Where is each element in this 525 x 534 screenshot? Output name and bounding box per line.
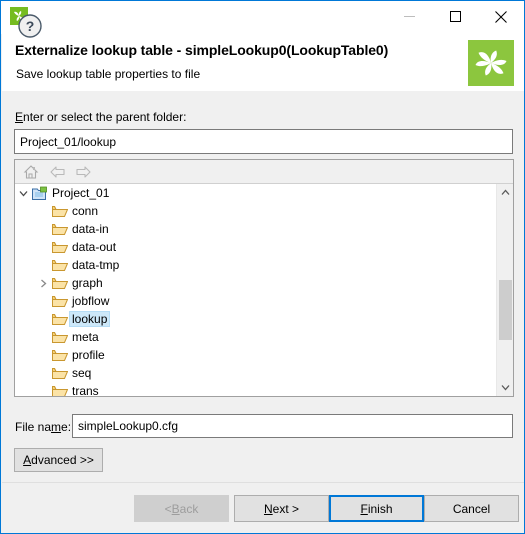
folder-icon bbox=[51, 294, 69, 308]
page-title: Externalize lookup table - simpleLookup0… bbox=[15, 42, 389, 58]
tree-root: Project_01conn data-in data-out data-tmp gra… bbox=[15, 184, 496, 396]
tree-item-data-in[interactable]: data-in bbox=[15, 220, 496, 238]
back-button[interactable]: < Back bbox=[134, 495, 229, 522]
folder-icon bbox=[51, 276, 69, 290]
tree-item-profile[interactable]: profile bbox=[15, 346, 496, 364]
tree-item-label: jobflow bbox=[72, 294, 110, 308]
next-button[interactable]: Next > bbox=[234, 495, 329, 522]
tree-item-label: trans bbox=[72, 384, 99, 396]
folder-icon bbox=[51, 384, 69, 396]
parent-folder-label: Enter or select the parent folder: bbox=[15, 110, 187, 124]
back-arrow-icon[interactable] bbox=[48, 163, 66, 181]
tree-item-label: profile bbox=[72, 348, 105, 362]
dialog-header: Externalize lookup table - simpleLookup0… bbox=[2, 34, 524, 92]
maximize-button[interactable] bbox=[432, 1, 478, 32]
tree-item-label: seq bbox=[72, 366, 92, 380]
tree-item-lookup[interactable]: lookup bbox=[15, 310, 496, 328]
tree-toolbar bbox=[15, 160, 513, 184]
tree-item-label: Project_01 bbox=[52, 186, 110, 200]
chevron-down-icon[interactable] bbox=[15, 190, 31, 197]
brand-pinwheel-logo bbox=[468, 40, 514, 86]
window-controls bbox=[386, 1, 524, 32]
tree-scroll-area: Project_01conn data-in data-out data-tmp gra… bbox=[15, 184, 513, 396]
forward-arrow-icon[interactable] bbox=[74, 163, 92, 181]
tree-item-conn[interactable]: conn bbox=[15, 202, 496, 220]
tree-item-seq[interactable]: seq bbox=[15, 364, 496, 382]
folder-icon bbox=[51, 258, 69, 272]
svg-text:?: ? bbox=[26, 18, 35, 34]
folder-icon bbox=[51, 240, 69, 254]
tree-item-label: conn bbox=[72, 204, 99, 218]
chevron-right-icon[interactable] bbox=[35, 279, 51, 288]
tree-vertical-scrollbar[interactable] bbox=[496, 184, 513, 396]
cancel-button[interactable]: Cancel bbox=[424, 495, 519, 522]
help-icon[interactable]: ? bbox=[17, 13, 43, 39]
folder-icon bbox=[51, 348, 69, 362]
tree-item-jobflow[interactable]: jobflow bbox=[15, 292, 496, 310]
tree-item-label: data-in bbox=[72, 222, 109, 236]
folder-icon bbox=[51, 366, 69, 380]
folder-tree-panel: Project_01conn data-in data-out data-tmp gra… bbox=[14, 159, 514, 397]
scroll-up-icon[interactable] bbox=[497, 184, 514, 201]
finish-button[interactable]: Finish bbox=[329, 495, 424, 522]
project-folder-icon bbox=[31, 186, 49, 201]
folder-icon bbox=[51, 312, 69, 326]
tree-item-graph[interactable]: graph bbox=[15, 274, 496, 292]
advanced-button[interactable]: Advanced >> bbox=[14, 448, 103, 472]
folder-icon bbox=[51, 222, 69, 236]
tree-item-trans[interactable]: trans bbox=[15, 382, 496, 396]
tree-item-data-out[interactable]: data-out bbox=[15, 238, 496, 256]
close-button[interactable] bbox=[478, 1, 524, 32]
page-subtitle: Save lookup table properties to file bbox=[16, 67, 201, 81]
home-icon[interactable] bbox=[22, 163, 40, 181]
parent-folder-input[interactable] bbox=[14, 129, 513, 154]
tree-item-data-tmp[interactable]: data-tmp bbox=[15, 256, 496, 274]
folder-icon bbox=[51, 330, 69, 344]
dialog-body: Enter or select the parent folder: Proje… bbox=[2, 91, 524, 482]
tree-item-label: data-out bbox=[72, 240, 117, 254]
tree-item-meta[interactable]: meta bbox=[15, 328, 496, 346]
file-name-input[interactable] bbox=[72, 414, 513, 438]
tree-item-label: data-tmp bbox=[72, 258, 120, 272]
tree-item-label: meta bbox=[72, 330, 99, 344]
tree-item-label: graph bbox=[72, 276, 103, 290]
folder-icon bbox=[51, 204, 69, 218]
minimize-button[interactable] bbox=[386, 1, 432, 32]
scrollbar-thumb[interactable] bbox=[499, 280, 512, 340]
title-bar bbox=[1, 1, 524, 34]
externalize-lookup-table-dialog: Externalize lookup table - simpleLookup0… bbox=[0, 0, 525, 534]
file-name-label: File name: bbox=[15, 420, 72, 434]
scroll-down-icon[interactable] bbox=[497, 379, 514, 396]
tree-item-label: lookup bbox=[69, 311, 111, 327]
tree-item-project_01[interactable]: Project_01 bbox=[15, 184, 496, 202]
